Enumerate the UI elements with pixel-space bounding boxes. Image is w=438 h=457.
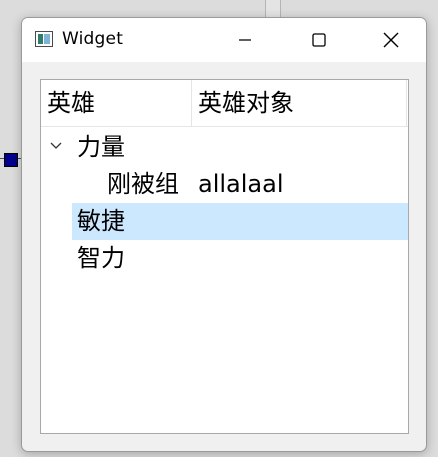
tree-item-child[interactable]: 刚被组 allalaal [41,166,408,203]
window-title: Widget [62,29,124,49]
close-icon [383,32,399,48]
minimize-icon [239,39,251,41]
column-header-hero[interactable]: 英雄 [47,80,95,126]
tree-item-label: 敏捷 [77,207,125,235]
column-divider-end [406,80,407,126]
background-resize-handle[interactable] [4,153,18,167]
close-button[interactable] [356,18,426,62]
tree-item-label: 智力 [77,244,125,272]
tree-item-label: 刚被组 [107,170,179,198]
tree-widget[interactable]: 英雄 英雄对象 力量 刚被组 allalaal 敏捷 智力 [40,79,409,434]
column-divider[interactable] [191,80,192,126]
background-window-edge [265,0,281,18]
app-window-icon [35,31,53,47]
title-bar[interactable]: Widget [22,18,426,62]
tree-header: 英雄 英雄对象 [41,80,408,127]
chevron-down-icon[interactable] [49,139,63,153]
column-header-hero-object[interactable]: 英雄对象 [198,80,294,126]
tree-item-strength[interactable]: 力量 [41,129,408,166]
widget-window: Widget 英雄 英雄对象 力量 刚被组 allalaal 敏捷 智力 [21,17,427,452]
minimize-button[interactable] [210,18,280,62]
tree-item-agility[interactable]: 敏捷 [41,203,408,240]
maximize-icon [312,33,326,47]
maximize-button[interactable] [284,18,354,62]
tree-item-intelligence[interactable]: 智力 [41,240,408,277]
tree-item-value: allalaal [198,170,284,198]
tree-item-label: 力量 [77,133,125,161]
